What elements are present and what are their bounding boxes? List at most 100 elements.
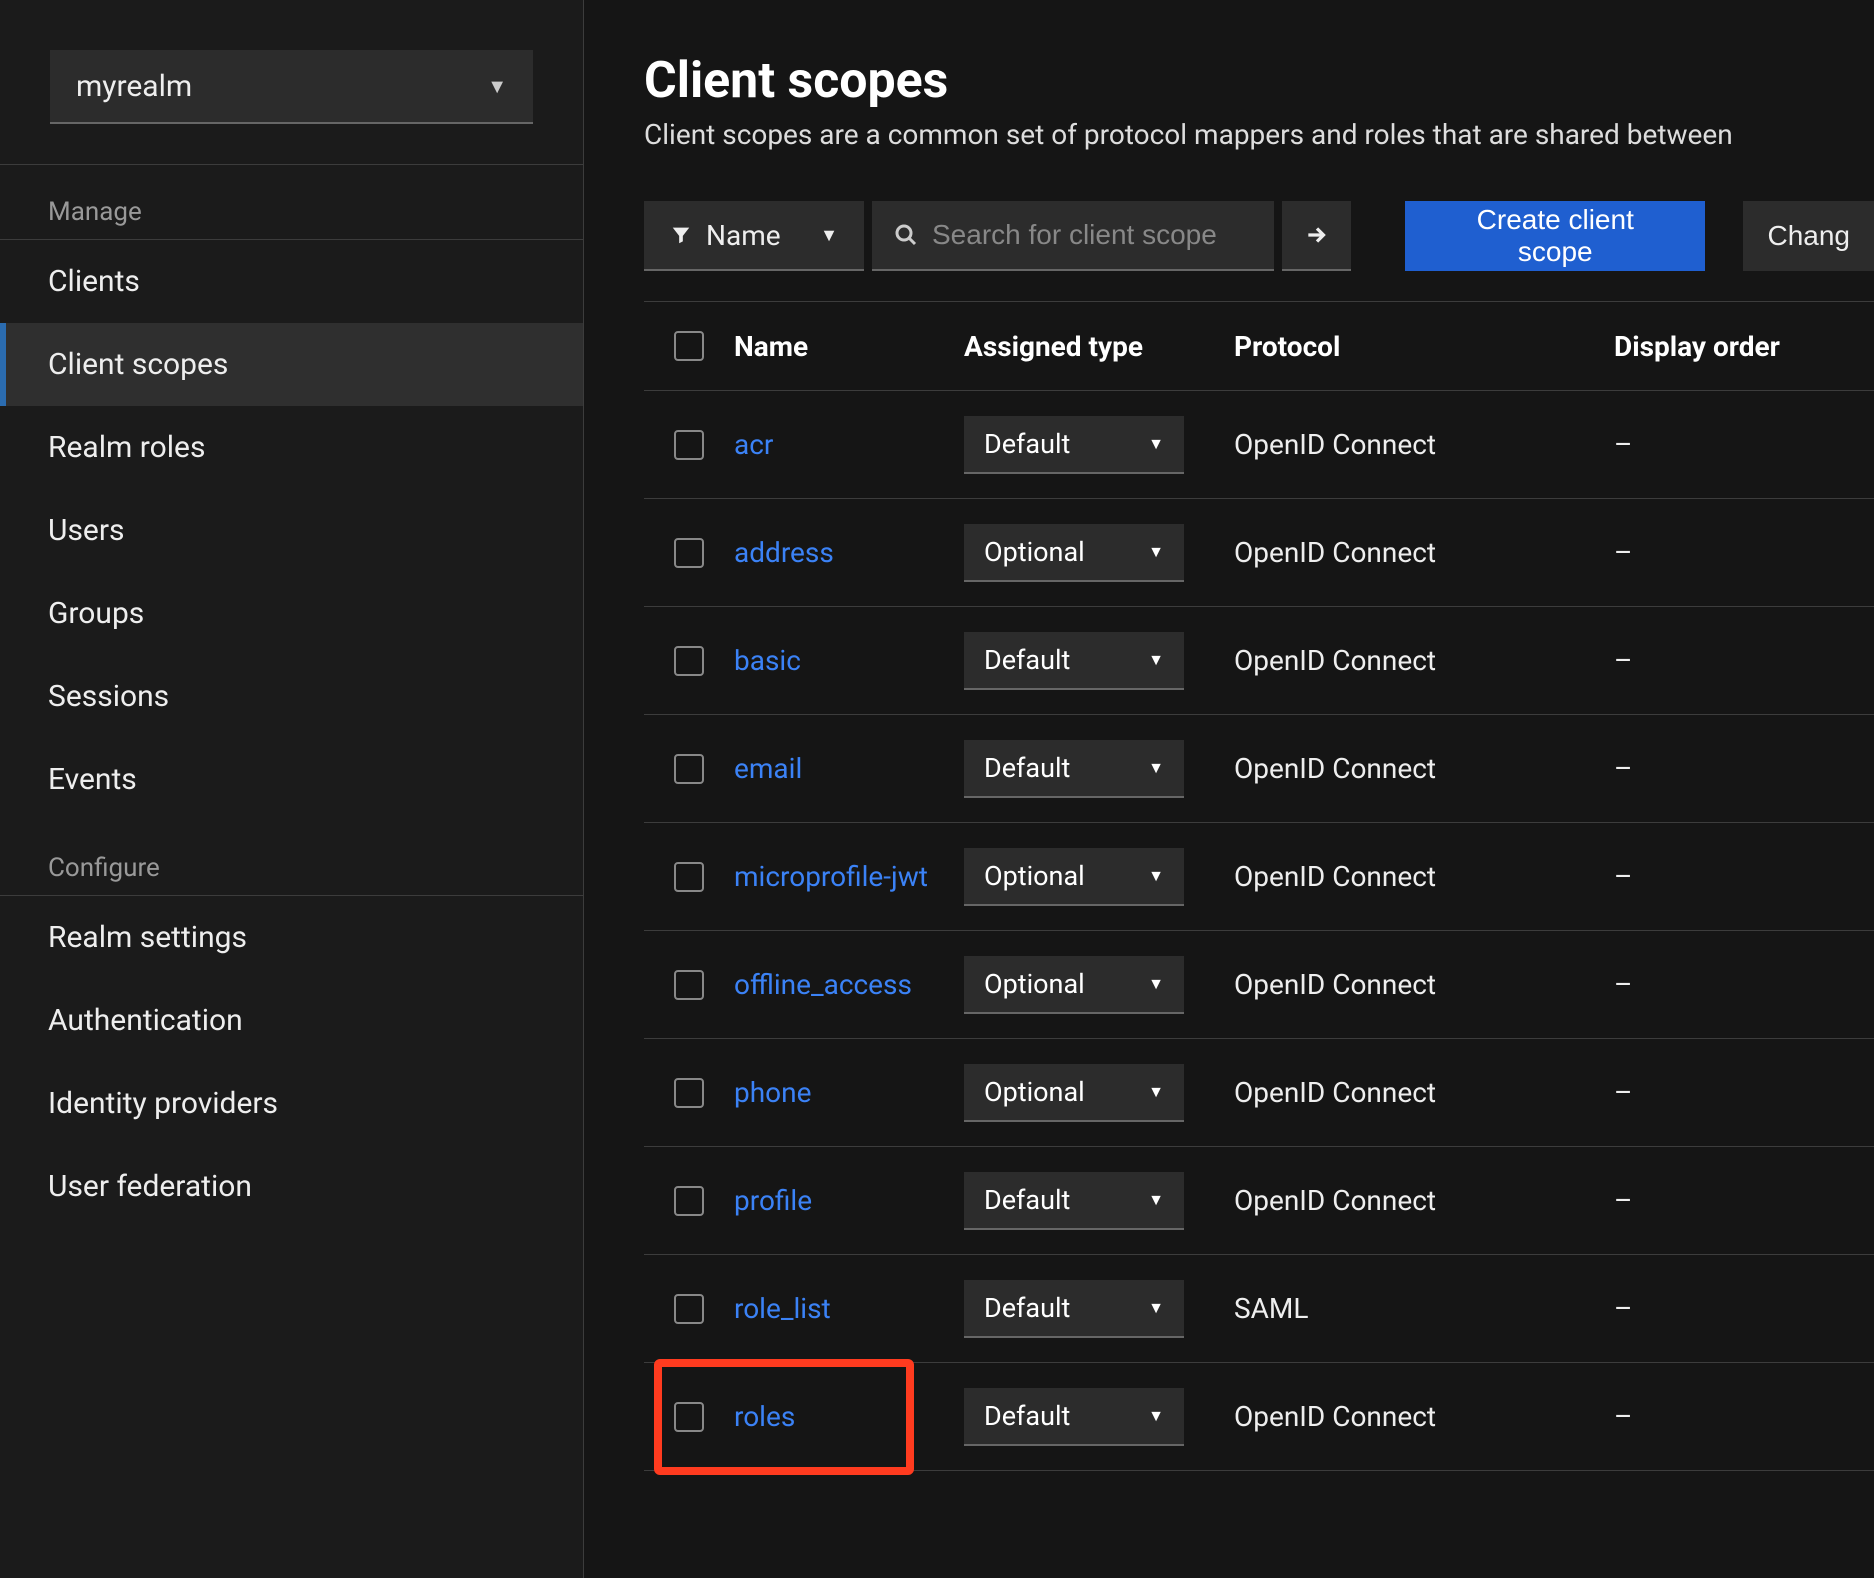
row-checkbox-cell [644,754,734,784]
sidebar-item-realm-roles[interactable]: Realm roles [0,406,583,489]
column-header-display-order: Display order [1614,330,1874,363]
realm-selector[interactable]: myrealm ▼ [50,50,533,124]
scope-name-link[interactable]: profile [734,1184,812,1217]
filter-dropdown[interactable]: Name ▼ [644,201,864,271]
protocol-value: SAML [1234,1292,1614,1325]
row-checkbox[interactable] [674,1078,704,1108]
row-checkbox-cell [644,862,734,892]
sidebar-item-user-federation[interactable]: User federation [0,1145,583,1228]
chevron-down-icon: ▼ [820,225,838,246]
assigned-type-select[interactable]: Default▼ [964,740,1184,798]
table-row: acr Default ▼ OpenID Connect– [644,391,1874,499]
sidebar-item-identity-providers[interactable]: Identity providers [0,1062,583,1145]
assigned-type-value: Default [984,428,1070,460]
assigned-type-value: Default [984,752,1070,784]
column-header-protocol: Protocol [1234,330,1614,363]
row-checkbox[interactable] [674,646,704,676]
assigned-type-value: Optional [984,860,1085,892]
toolbar: Name ▼ Create client scope Chang [644,201,1874,271]
assigned-type-select[interactable]: Default ▼ [964,1280,1184,1338]
assigned-type-select[interactable]: Optional▼ [964,848,1184,906]
display-order-value: – [1614,860,1874,893]
display-order-value: – [1614,428,1874,461]
sidebar-item-client-scopes[interactable]: Client scopes [0,323,583,406]
sidebar-item-groups[interactable]: Groups [0,572,583,655]
assigned-type-value: Default [984,1400,1070,1432]
row-checkbox-cell [644,1402,734,1432]
assigned-type-select[interactable]: Optional▼ [964,956,1184,1014]
chevron-down-icon: ▼ [1148,1298,1164,1318]
protocol-value: OpenID Connect [1234,860,1614,893]
chevron-down-icon: ▼ [1148,1082,1164,1102]
sidebar-item-users[interactable]: Users [0,489,583,572]
row-checkbox[interactable] [674,754,704,784]
assigned-type-select[interactable]: Optional▼ [964,1064,1184,1122]
row-checkbox-cell [644,970,734,1000]
row-checkbox[interactable] [674,970,704,1000]
assigned-type-value: Default [984,1292,1070,1324]
sidebar-item-sessions[interactable]: Sessions [0,655,583,738]
select-all-checkbox[interactable] [674,331,704,361]
row-checkbox-cell [644,646,734,676]
row-checkbox[interactable] [674,862,704,892]
chevron-down-icon: ▼ [1148,1190,1164,1210]
assigned-type-select[interactable]: Default ▼ [964,632,1184,690]
arrow-right-icon [1304,222,1330,248]
scope-name-link[interactable]: acr [734,428,773,461]
scope-name-link[interactable]: role_list [734,1292,831,1325]
create-button-label: Create client scope [1441,204,1669,268]
display-order-value: – [1614,752,1874,785]
display-order-value: – [1614,1076,1874,1109]
protocol-value: OpenID Connect [1234,1400,1614,1433]
scope-name-link[interactable]: roles [734,1400,795,1433]
assigned-type-select[interactable]: Default▼ [964,1172,1184,1230]
create-client-scope-button[interactable]: Create client scope [1405,201,1705,271]
assigned-type-value: Default [984,644,1070,676]
scope-name-link[interactable]: address [734,536,834,569]
change-type-button[interactable]: Chang [1743,201,1874,271]
sidebar-item-events[interactable]: Events [0,738,583,821]
display-order-value: – [1614,1400,1874,1433]
sidebar-item-authentication[interactable]: Authentication [0,979,583,1062]
table-row: role_listDefault▼SAML– [644,1255,1874,1363]
display-order-value: – [1614,536,1874,569]
sidebar-item-clients[interactable]: Clients [0,240,583,323]
nav-list: Realm settingsAuthenticationIdentity pro… [0,895,583,1228]
search-icon [894,223,918,247]
assigned-type-select[interactable]: Optional▼ [964,524,1184,582]
row-checkbox[interactable] [674,430,704,460]
chevron-down-icon: ▼ [1148,1406,1164,1426]
assigned-type-select[interactable]: Default ▼ [964,1388,1184,1446]
scope-name-link[interactable]: offline_access [734,968,912,1001]
table-row: address Optional▼ OpenID Connect– [644,499,1874,607]
search-input[interactable] [918,219,1252,251]
nav-section-label: Manage [0,165,583,239]
protocol-value: OpenID Connect [1234,536,1614,569]
row-checkbox[interactable] [674,1402,704,1432]
nav-section-label: Configure [0,821,583,895]
row-checkbox[interactable] [674,1186,704,1216]
search-submit-button[interactable] [1282,201,1351,271]
assigned-type-select[interactable]: Default ▼ [964,416,1184,474]
table-row: emailDefault▼OpenID Connect– [644,715,1874,823]
row-checkbox[interactable] [674,1294,704,1324]
filter-icon [670,224,692,246]
display-order-value: – [1614,968,1874,1001]
column-header-name: Name [734,330,964,363]
row-checkbox[interactable] [674,538,704,568]
protocol-value: OpenID Connect [1234,428,1614,461]
scope-name-link[interactable]: microprofile-jwt [734,860,928,893]
chevron-down-icon: ▼ [1148,434,1164,454]
nav-list: ClientsClient scopesRealm rolesUsersGrou… [0,239,583,821]
search-container [872,201,1274,271]
chevron-down-icon: ▼ [1148,650,1164,670]
scope-name-link[interactable]: basic [734,644,801,677]
scope-name-link[interactable]: phone [734,1076,811,1109]
scope-name-link[interactable]: email [734,752,802,785]
sidebar-item-realm-settings[interactable]: Realm settings [0,896,583,979]
change-button-label: Chang [1767,220,1850,252]
row-checkbox-cell [644,538,734,568]
row-checkbox-cell [644,430,734,460]
chevron-down-icon: ▼ [1148,974,1164,994]
realm-selector-container: myrealm ▼ [0,0,583,165]
